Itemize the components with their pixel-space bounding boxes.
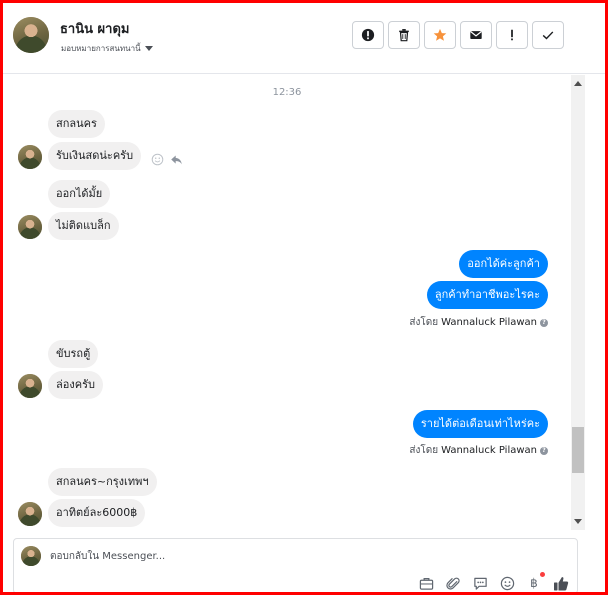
emoji-button[interactable] — [499, 575, 515, 591]
thumbs-up-icon — [554, 576, 569, 590]
message-bubble-incoming[interactable]: ล่องครับ — [48, 371, 103, 399]
saved-replies-button[interactable] — [472, 575, 488, 591]
mark-done-button[interactable] — [532, 21, 564, 49]
sent-by-label: ส่งโดย Wannaluck Pilawan ? — [409, 315, 548, 330]
sender-avatar — [18, 502, 42, 526]
attach-file-button[interactable] — [445, 575, 461, 591]
reply-composer: ฿ — [13, 538, 578, 594]
spam-button[interactable] — [352, 21, 384, 49]
conversation-actions — [352, 21, 564, 49]
exclamation-icon — [511, 29, 513, 41]
saved-reply-icon — [473, 577, 487, 590]
reply-icon[interactable] — [170, 153, 183, 166]
paperclip-icon — [445, 577, 460, 590]
message-bubble-incoming[interactable]: รับเงินสดน่ะครับ — [48, 142, 142, 170]
sender-avatar — [18, 215, 42, 239]
reply-toolbar: ฿ — [418, 572, 569, 591]
message-scrollbar[interactable] — [571, 75, 585, 530]
payment-button[interactable]: ฿ — [526, 572, 545, 591]
info-icon[interactable]: ? — [540, 318, 548, 327]
scroll-up-arrow-icon[interactable] — [574, 81, 582, 86]
message-bubble-incoming[interactable]: อาทิตย์ละ6000฿ — [48, 499, 146, 527]
follow-up-button[interactable] — [496, 21, 528, 49]
message-bubble-incoming[interactable]: สกลนคร — [48, 110, 105, 138]
message-bubble-incoming[interactable]: สกลนคร~กรุงเทพฯ — [48, 468, 157, 496]
like-button[interactable] — [553, 575, 569, 591]
message-bubble-incoming[interactable]: ไม่ติดแบล็ก — [48, 212, 119, 240]
agent-name[interactable]: Wannaluck Pilawan — [441, 317, 537, 328]
sender-avatar — [18, 145, 42, 169]
assign-conversation-dropdown[interactable]: มอบหมายการสนทนานี้ — [61, 42, 153, 55]
reply-input[interactable] — [50, 547, 450, 565]
info-icon[interactable]: ? — [540, 446, 548, 455]
exclamation-circle-icon — [361, 28, 375, 42]
message-thread[interactable]: 12:36 สกลนคร รับเงินสดน่ะครับ ออกได้มั้ย… — [3, 75, 571, 530]
message-bubble-incoming[interactable]: ออกได้มั้ย — [48, 180, 111, 208]
assign-label: มอบหมายการสนทนานี้ — [61, 44, 141, 53]
message-reactions — [151, 153, 183, 166]
sent-by-prefix: ส่งโดย — [409, 317, 439, 328]
conversation-header: ธานิน ผาดุม มอบหมายการสนทนานี้ — [3, 3, 605, 74]
message-bubble-incoming[interactable]: ขับรถตู้ — [48, 340, 99, 368]
message-timestamp: 12:36 — [272, 87, 302, 98]
sender-avatar — [18, 374, 42, 398]
chevron-down-icon — [144, 46, 153, 51]
agent-name[interactable]: Wannaluck Pilawan — [441, 445, 537, 456]
mark-unread-button[interactable] — [460, 21, 492, 49]
contact-name[interactable]: ธานิน ผาดุม — [60, 18, 129, 39]
scroll-thumb[interactable] — [572, 427, 584, 473]
contact-avatar[interactable] — [13, 17, 49, 53]
message-bubble-outgoing[interactable]: รายได้ต่อเดือนเท่าไหร่คะ — [412, 410, 548, 438]
briefcase-button[interactable] — [418, 575, 434, 591]
notification-dot — [540, 572, 545, 577]
emoji-icon — [500, 576, 514, 590]
page-avatar — [21, 546, 41, 566]
star-button[interactable] — [424, 21, 456, 49]
emoji-reaction-icon[interactable] — [151, 153, 164, 166]
star-icon — [433, 28, 447, 41]
baht-payment-icon: ฿ — [530, 576, 538, 590]
sent-by-prefix: ส่งโดย — [409, 445, 439, 456]
briefcase-icon — [419, 577, 433, 590]
check-icon — [542, 31, 554, 40]
envelope-icon — [470, 31, 482, 39]
delete-button[interactable] — [388, 21, 420, 49]
scroll-down-arrow-icon[interactable] — [574, 519, 582, 524]
trash-icon — [399, 29, 409, 42]
message-bubble-outgoing[interactable]: ออกได้ค่ะลูกค้า — [459, 250, 548, 278]
message-bubble-outgoing[interactable]: ลูกค้าทำอาชีพอะไรคะ — [426, 281, 548, 309]
sent-by-label: ส่งโดย Wannaluck Pilawan ? — [409, 443, 548, 458]
